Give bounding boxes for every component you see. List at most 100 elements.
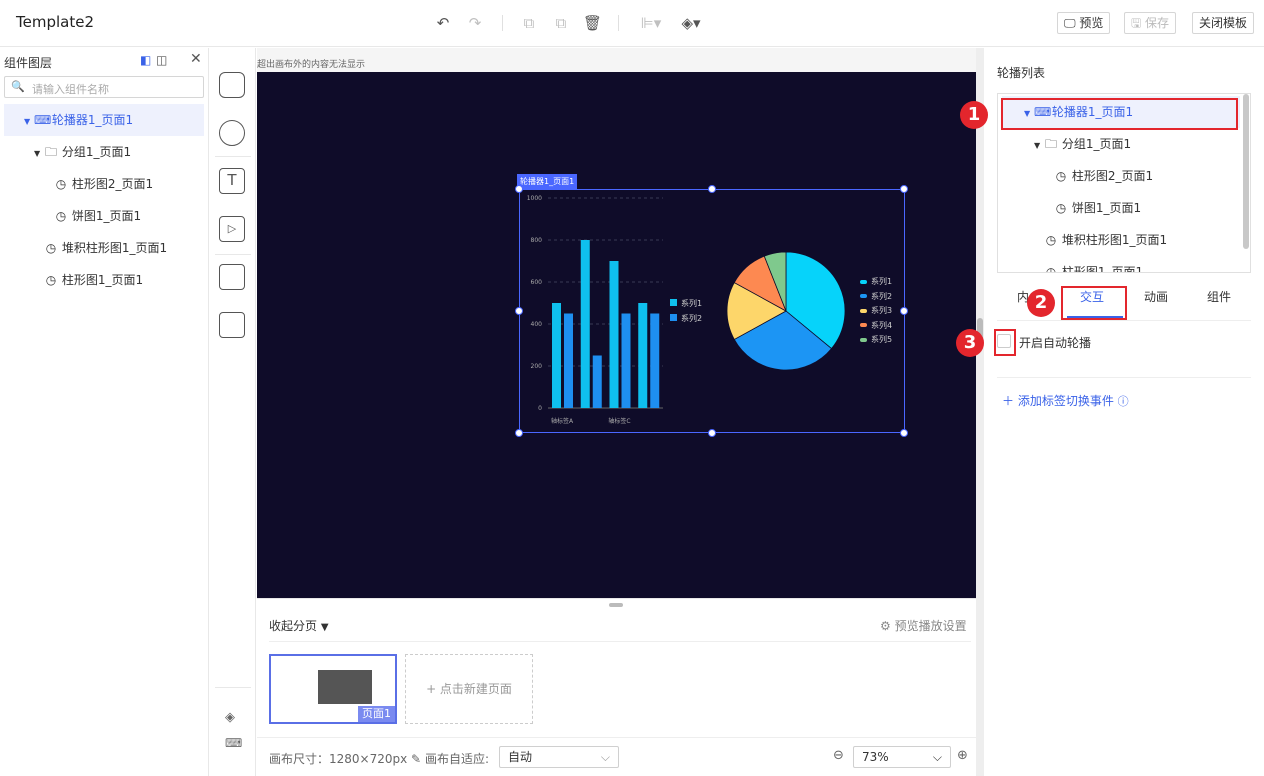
chart-icon[interactable] [219, 120, 245, 146]
layers-panel: 组件图层 ◧ ◫ ✕ 🔍 请输入组件名称 ▼ ⌨ 轮播器1_页面1 ▼ 🗀 分组1_… [0, 48, 209, 776]
resize-handle[interactable] [900, 429, 908, 437]
pie-chart [726, 251, 846, 371]
bar [552, 303, 561, 408]
caret-down-icon: ▼ [34, 149, 41, 158]
add-event-button[interactable]: ＋ 添加标签切换事件 ⓘ [1002, 392, 1129, 409]
x-tick-label: 轴标签C [608, 417, 630, 425]
y-tick-label: 1000 [527, 195, 542, 202]
gear-icon: ⚙ [880, 619, 895, 633]
chart-icon: ◷ [45, 273, 57, 287]
video-icon[interactable]: ▷ [219, 216, 245, 242]
text-icon[interactable]: T [219, 168, 245, 194]
zoom-select[interactable]: 73% ⌵ [853, 746, 951, 768]
legend-item: 系列2 [670, 313, 702, 324]
help-icon[interactable]: ⓘ [1118, 395, 1129, 408]
caret-down-icon: ▼ [320, 622, 329, 633]
monitor-icon: 🖵 [1064, 16, 1080, 30]
resize-handle[interactable] [515, 429, 523, 437]
y-tick-label: 200 [531, 363, 543, 370]
carousel-list-item[interactable]: ◷ 柱形图2_页面1 [1002, 160, 1240, 192]
step-marker: 2 [1027, 289, 1055, 317]
page-label: 页面1 [358, 706, 395, 722]
fit-select[interactable]: 自动 ⌵ [499, 746, 619, 768]
save-icon: 🖫 [1131, 16, 1146, 30]
layer-item-stacked[interactable]: ◷ 堆积柱形图1_页面1 [4, 232, 204, 264]
bar [609, 261, 619, 408]
folder-icon: 🗀 [1044, 137, 1057, 151]
zoom-out-icon[interactable]: ⊖ [833, 748, 844, 763]
preview-button[interactable]: 🖵 预览 [1057, 12, 1111, 34]
x-tick-label: 轴标签A [551, 417, 574, 425]
collapse-pages-button[interactable]: 收起分页 ▼ [269, 617, 329, 634]
legend-item: 系列2 [860, 291, 892, 302]
legend-item: 系列5 [860, 334, 892, 345]
fit-label: 画布自适应: [425, 752, 490, 766]
panel-layout-icon[interactable]: ◧ [140, 53, 151, 67]
carousel-list-item[interactable]: ◷ 柱形图1_页面1 [1002, 256, 1240, 272]
panel-split-icon[interactable]: ◫ [156, 53, 167, 67]
layer-search-input[interactable]: 🔍 请输入组件名称 [4, 76, 204, 98]
carousel-list-item[interactable]: ◷ 堆积柱形图1_页面1 [1002, 224, 1240, 256]
layer-item-pie[interactable]: ◷ 饼图1_页面1 [4, 200, 204, 232]
chevron-down-icon: ⌵ [932, 750, 942, 764]
carousel-icon[interactable] [219, 264, 245, 290]
chart-icon: ◷ [55, 209, 67, 223]
redo-icon[interactable]: ↷ [466, 14, 484, 32]
bar [564, 313, 573, 408]
list-scrollbar[interactable] [1243, 94, 1249, 249]
caret-down-icon: ▼ [1034, 141, 1041, 150]
legend-item: 系列3 [860, 305, 892, 316]
folder-icon: 🗀 [44, 145, 57, 159]
layer-order-icon[interactable]: ◈▾ [678, 14, 704, 32]
save-button[interactable]: 🖫 保存 [1124, 12, 1177, 34]
tab-animation[interactable]: 动画 [1144, 288, 1168, 305]
delete-icon[interactable]: 🗑 [583, 14, 602, 32]
bar [592, 355, 602, 408]
layers-title: 组件图层 [4, 56, 53, 70]
paste-icon[interactable]: ⧉ [552, 14, 570, 32]
resize-handle[interactable] [900, 307, 908, 315]
auto-play-label: 开启自动轮播 [1019, 336, 1092, 350]
layer-item-bar2[interactable]: ◷ 柱形图2_页面1 [4, 168, 204, 200]
edit-icon[interactable]: ✎ [411, 752, 421, 766]
app-title: Template2 [16, 13, 94, 31]
close-template-button[interactable]: 关闭模板 [1192, 12, 1255, 34]
step-marker: 3 [956, 329, 984, 357]
properties-panel: 轮播列表 ▼ ⌨ 轮播器1_页面1 ▼ 🗀 分组1_页面1 ◷ 柱形图2_页面1 ◷… [984, 48, 1264, 776]
caret-down-icon: ▼ [24, 117, 31, 126]
carousel-list-item[interactable]: ▼ 🗀 分组1_页面1 [1002, 128, 1240, 160]
align-icon[interactable]: ⊫▾ [638, 14, 664, 32]
layer-item-group[interactable]: ▼ 🗀 分组1_页面1 [4, 136, 204, 168]
carousel-list-item[interactable]: ◷ 饼图1_页面1 [1002, 192, 1240, 224]
layer-item-carousel[interactable]: ▼ ⌨ 轮播器1_页面1 [4, 104, 204, 136]
divider [997, 377, 1251, 378]
toolbar-divider [618, 15, 619, 31]
layers-icon[interactable]: ◈ [225, 710, 235, 725]
chevron-down-icon: ⌵ [600, 750, 610, 764]
carousel-icon: ⌨ [34, 113, 52, 127]
bar [621, 313, 631, 408]
layer-item-bar1[interactable]: ◷ 柱形图1_页面1 [4, 264, 204, 296]
component-toolbox: T ▷ ◈ ⌨ [209, 48, 256, 776]
preview-settings-button[interactable]: ⚙ 预览播放设置 [880, 617, 967, 634]
bar [580, 240, 590, 408]
3d-cube-icon[interactable] [219, 72, 245, 98]
component-tag: 轮播器1_页面1 [517, 174, 578, 189]
drag-handle[interactable] [609, 603, 623, 607]
vertical-scrollbar[interactable] [976, 48, 984, 776]
keyboard-icon[interactable]: ⌨ [225, 736, 242, 750]
toolbox-divider [215, 254, 251, 255]
chart-icon: ◷ [1055, 169, 1067, 183]
undo-icon[interactable]: ↶ [434, 14, 452, 32]
close-icon[interactable]: ✕ [190, 51, 202, 67]
resize-handle[interactable] [900, 185, 908, 193]
top-toolbar: Template2 ↶ ↷ ⧉ ⧉ 🗑 ⊫▾ ◈▾ 🖵 预览 🖫 保存 关闭模板 [0, 0, 1264, 47]
tab-component[interactable]: 组件 [1207, 288, 1231, 305]
copy-icon[interactable]: ⧉ [520, 14, 538, 32]
table-icon[interactable] [219, 312, 245, 338]
resize-handle[interactable] [708, 429, 716, 437]
chart-icon: ◷ [1045, 233, 1057, 247]
zoom-in-icon[interactable]: ⊕ [957, 748, 968, 763]
new-page-button[interactable]: + 点击新建页面 [405, 654, 533, 724]
page-thumbnail[interactable]: 页面1 [269, 654, 397, 724]
